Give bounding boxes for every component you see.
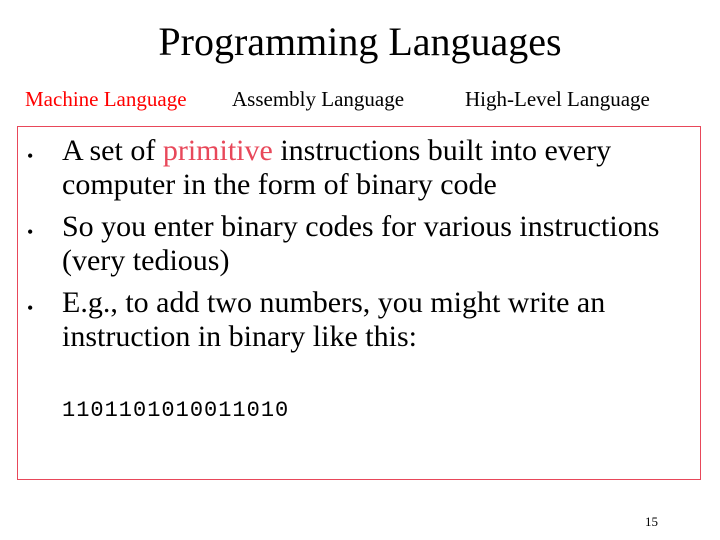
tab-high-level-language: High-Level Language xyxy=(465,87,650,111)
bullet-text: So you enter binary codes for various in… xyxy=(62,210,660,277)
language-tabs: Machine Language Assembly Language High-… xyxy=(0,85,720,113)
bullet-icon: • xyxy=(27,146,34,166)
highlight-term: primitive xyxy=(162,134,273,167)
tab-machine-language: Machine Language xyxy=(25,87,187,111)
content-box: • A set of primitive instructions built … xyxy=(17,126,701,480)
bullet-text: E.g., to add two numbers, you might writ… xyxy=(62,286,606,353)
bullet-icon: • xyxy=(27,298,34,318)
bullet-text: A set of primitive instructions built in… xyxy=(62,134,692,202)
page-number: 15 xyxy=(645,514,658,529)
bullet-icon: • xyxy=(27,222,34,242)
tab-assembly-language: Assembly Language xyxy=(232,87,405,111)
binary-code-example: 1101101010011010 xyxy=(62,398,290,423)
page-title: Programming Languages xyxy=(158,19,562,64)
bullet-text-part: A set of xyxy=(62,134,163,167)
